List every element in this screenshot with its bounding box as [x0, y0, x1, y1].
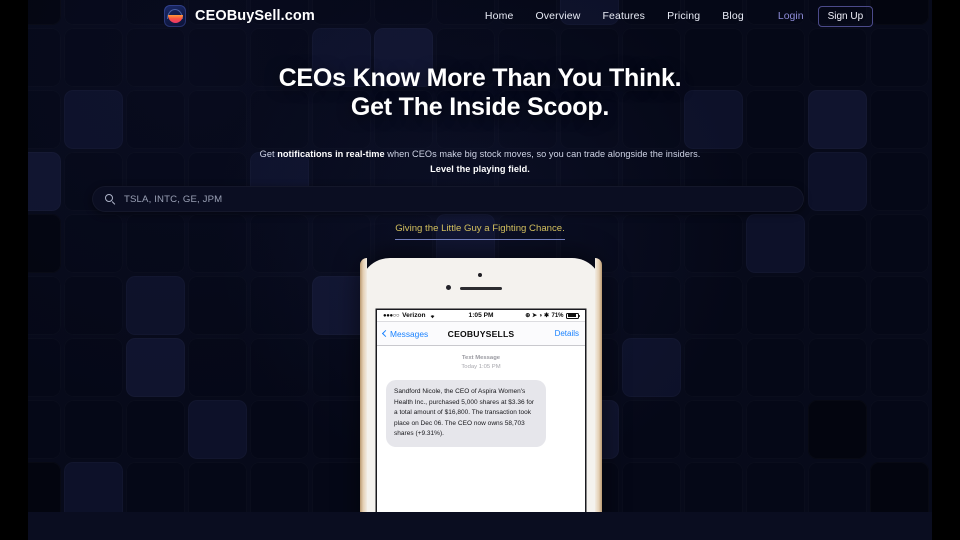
ios-nav-bar: Messages CEOBUYSELLS Details [377, 322, 585, 346]
search-section: TSLA, INTC, GE, JPM [92, 186, 804, 212]
conversation-thread: Text Message Today 1:05 PM Sandford Nico… [377, 346, 585, 447]
brand-name: CEOBuySell.com [195, 8, 315, 24]
auth-actions: Login Sign Up [778, 5, 874, 27]
message-meta: Text Message Today 1:05 PM [386, 354, 576, 372]
battery-percent-label: 71% [551, 312, 564, 319]
headline-line-2: Get The Inside Scoop. [350, 92, 610, 121]
subheading-text-b: when CEOs make big stock moves, so you c… [384, 149, 701, 159]
subheading-line-2: Level the playing field. [28, 162, 932, 177]
status-right: ⊕ ➤ ◑ ✱ 71% [493, 312, 581, 319]
back-to-messages-button[interactable]: Messages [381, 328, 448, 339]
phone-speaker [460, 287, 502, 290]
phone-edge-left [360, 258, 367, 540]
message-bubble: Sandford Nicole, the CEO of Aspira Women… [386, 380, 546, 447]
site-header: CEOBuySell.com Home Overview Features Pr… [28, 0, 932, 32]
letterbox-right [932, 0, 960, 540]
page-title: CEOs Know More Than You Think. Get The I… [28, 64, 932, 121]
battery-icon [566, 312, 581, 319]
phone-mockup: ●●●○○ Verizon 1:05 PM ⊕ ➤ ◑ ✱ 71% Messag… [360, 258, 602, 540]
ios-status-bar: ●●●○○ Verizon 1:05 PM ⊕ ➤ ◑ ✱ 71% [377, 310, 585, 322]
search-input[interactable]: TSLA, INTC, GE, JPM [124, 194, 222, 205]
page-bottom-fade [28, 512, 932, 540]
wifi-icon [430, 314, 434, 318]
nav-item-features[interactable]: Features [602, 10, 645, 22]
headline-line-1: CEOs Know More Than You Think. [278, 64, 682, 92]
phone-screen: ●●●○○ Verizon 1:05 PM ⊕ ➤ ◑ ✱ 71% Messag… [377, 310, 585, 540]
chevron-left-icon [381, 329, 390, 338]
subheading-strong-a: notifications in real-time [277, 149, 385, 159]
tagline-text: Giving the Little Guy a Fighting Chance. [395, 223, 565, 240]
login-link[interactable]: Login [778, 10, 804, 22]
tagline-section: Giving the Little Guy a Fighting Chance. [28, 218, 932, 240]
signup-button[interactable]: Sign Up [817, 5, 874, 27]
back-label: Messages [390, 328, 429, 339]
search-bar[interactable]: TSLA, INTC, GE, JPM [92, 186, 804, 212]
status-left: ●●●○○ Verizon [383, 312, 469, 319]
conversation-title: CEOBUYSELLS [447, 328, 515, 339]
phone-camera-icon [446, 285, 451, 290]
search-icon [105, 193, 116, 205]
message-type-label: Text Message [461, 355, 501, 361]
status-time: 1:05 PM [468, 312, 494, 319]
subheading-line-1: Get notifications in real-time when CEOs… [28, 147, 932, 162]
screenshot-root: CEOBuySell.com Home Overview Features Pr… [0, 0, 960, 540]
subheading-strong-b: Level the playing field. [430, 163, 530, 174]
wave-logo-icon [164, 5, 186, 27]
nav-item-blog[interactable]: Blog [722, 10, 744, 22]
phone-edge-right [595, 258, 602, 540]
carrier-label: Verizon [402, 312, 426, 319]
nav-item-overview[interactable]: Overview [535, 10, 580, 22]
phone-sensor-icon [478, 273, 482, 277]
details-button[interactable]: Details [514, 329, 579, 338]
letterbox-left [0, 0, 28, 540]
message-timestamp: Today 1:05 PM [461, 364, 501, 371]
status-misc-icons: ⊕ ➤ ◑ ✱ [525, 313, 549, 319]
nav-item-home[interactable]: Home [485, 10, 514, 22]
nav-item-pricing[interactable]: Pricing [667, 10, 700, 22]
main-nav: Home Overview Features Pricing Blog [485, 10, 744, 22]
page-canvas: CEOBuySell.com Home Overview Features Pr… [28, 0, 932, 540]
subheading-text-a: Get [259, 149, 278, 159]
hero-section: CEOs Know More Than You Think. Get The I… [28, 64, 932, 177]
hero-subheading: Get notifications in real-time when CEOs… [28, 147, 932, 177]
brand-logo[interactable]: CEOBuySell.com [164, 5, 315, 27]
signal-dots-icon: ●●●○○ [383, 312, 400, 319]
